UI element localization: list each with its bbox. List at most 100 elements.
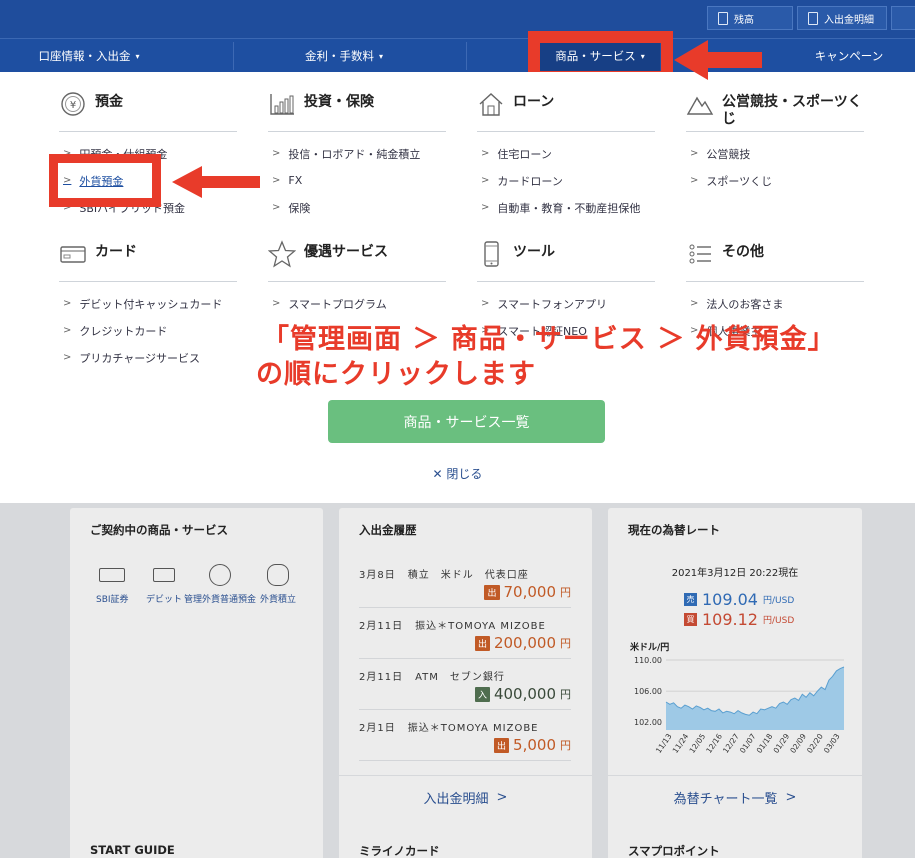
menu-column-title: その他: [722, 244, 764, 260]
coin-stack-icon: [267, 564, 289, 586]
menu-column-title: 投資・保険: [304, 94, 374, 110]
product-sbi-securities[interactable]: SBI証券: [96, 564, 129, 605]
history-footer-link[interactable]: 入出金明細 >: [339, 775, 592, 819]
history-row-divider: [359, 760, 571, 761]
foreign-deposit-highlight-box: [49, 154, 161, 207]
product-label: SBI証券: [96, 595, 129, 605]
menu-link-label: クレジットカード: [79, 324, 168, 338]
nav-divider: [233, 42, 234, 70]
menu-column-title: カード: [95, 244, 137, 260]
history-row-divider: [359, 607, 571, 608]
history-row: 3月8日 積立 米ドル 代表口座出 70,000 円: [359, 566, 571, 608]
chart-xtick-label: 03/03: [822, 732, 842, 755]
balance-label: 残高: [734, 14, 754, 26]
banknote-icon: [99, 568, 126, 582]
menu-link-insurance[interactable]: > 保険: [268, 194, 446, 221]
usd-jpy-chart: 110.00 106.00 102.00 11/1311/2412/0512/1612…: [634, 656, 845, 755]
history-amount-value: 200,000: [493, 634, 556, 652]
history-amount-value: 5,000: [513, 736, 556, 754]
product-label: デビット: [146, 595, 183, 605]
menu-column-card: カード > デビット付キャッシュカード > クレジットカード > プリカチャージサービ…: [59, 222, 237, 371]
all-products-button[interactable]: 商品・サービス一覧: [328, 400, 605, 443]
chart-xtick-label: 02/09: [788, 732, 808, 755]
chart-ytick-label: 110.00: [634, 656, 662, 665]
menu-link-prepaid-charge[interactable]: > プリカチャージサービス: [59, 344, 237, 371]
chart-xtick-label: 01/07: [738, 732, 758, 755]
fx-footer-link[interactable]: 為替チャート一覧 >: [608, 775, 862, 819]
list-icon: [689, 244, 711, 264]
close-menu-button[interactable]: ✕ 閉じる: [0, 465, 915, 482]
nav-label: 口座情報・入出金: [38, 49, 131, 63]
menu-link-sports-lottery[interactable]: > スポーツくじ: [686, 167, 864, 194]
history-amount-unit: 円: [560, 586, 571, 599]
menu-column-header: 投資・保険: [268, 72, 446, 132]
buy-value: 109.12: [702, 610, 758, 629]
utility-button-extra[interactable]: [891, 6, 915, 30]
menu-link-card-loan[interactable]: > カードローン: [477, 167, 655, 194]
menu-link-credit-card[interactable]: > クレジットカード: [59, 317, 237, 344]
fx-buy-rate: 買 109.12 円/USD: [684, 610, 794, 629]
history-row: 2月11日 ATM セブン銀行入 400,000 円: [359, 668, 571, 710]
mirainocard-card[interactable]: ミライノカード: [339, 828, 592, 858]
menu-link-label: カードローン: [497, 174, 563, 188]
card-title: 入出金履歴: [359, 523, 417, 537]
menu-column-title: ローン: [513, 94, 555, 110]
history-date: 2月11日: [359, 621, 404, 632]
menu-link-fx[interactable]: > FX: [268, 167, 446, 194]
menu-link-smart-program[interactable]: > スマートプログラム: [268, 290, 446, 317]
smapro-point-card[interactable]: スマプロポイント: [608, 828, 862, 858]
chevron-down-icon: ▾: [135, 51, 140, 61]
balance-button[interactable]: 残高: [707, 6, 793, 30]
mountain-icon: [686, 96, 714, 115]
nav-rates-fees[interactable]: 金利・手数料 ▾: [255, 39, 433, 73]
fx-rate-card: 現在の為替レート 2021年3月12日 20:22現在 売 109.04 円/U…: [608, 508, 862, 848]
menu-column-title: 優遇サービス: [304, 244, 388, 260]
history-desc: 振込＊TOMOYA MIZOBE: [407, 723, 539, 734]
menu-link-housing-loan[interactable]: > 住宅ローン: [477, 140, 655, 167]
nav-account-info[interactable]: 口座情報・入出金 ▾: [0, 39, 178, 73]
nav-label: 金利・手数料: [304, 49, 374, 63]
history-amount-unit: 円: [560, 688, 571, 701]
history-card: 入出金履歴 3月8日 積立 米ドル 代表口座出 70,000 円 2月11日振込＊TOM…: [339, 508, 592, 848]
product-foreign-accumulation[interactable]: 外貨積立: [260, 564, 296, 605]
chevron-down-icon: ▾: [378, 51, 383, 61]
product-foreign-savings[interactable]: 管理外貨普通預金: [184, 564, 256, 605]
nav-campaign[interactable]: キャンペーン: [790, 39, 908, 73]
menu-column-loan: ローン > 住宅ローン > カードローン > 自動車・教育・不動産担保他: [477, 72, 655, 221]
star-icon: [268, 240, 296, 268]
history-amount-unit: 円: [560, 637, 571, 650]
history-amount: 出 70,000 円: [484, 583, 571, 601]
chart-xtick-label: 01/29: [771, 732, 791, 755]
menu-column-header: ツール: [477, 222, 655, 282]
product-label: 管理外貨普通預金: [184, 595, 257, 605]
menu-link-public-racing[interactable]: > 公営競技: [686, 140, 864, 167]
history-amount-value: 70,000: [503, 583, 557, 601]
menu-column-title: ツール: [513, 244, 555, 260]
history-row-divider: [359, 658, 571, 659]
document-icon: [808, 11, 818, 25]
top-utility-bar: 残高 入出金明細: [0, 0, 915, 38]
close-label: 閉じる: [446, 467, 483, 481]
start-guide-card[interactable]: START GUIDE: [70, 828, 323, 858]
menu-link-other-loans[interactable]: > 自動車・教育・不動産担保他: [477, 194, 655, 221]
chevron-right-icon: >: [496, 790, 508, 805]
rate-unit: 円/USD: [762, 616, 795, 626]
chart-xtick-label: 01/18: [755, 732, 775, 755]
menu-link-label: 住宅ローン: [497, 147, 552, 161]
product-debit[interactable]: デビット: [146, 564, 182, 605]
chart-area: [666, 667, 844, 730]
history-amount: 入 400,000 円: [474, 685, 571, 703]
arrow-left-icon: [674, 40, 762, 80]
statement-button[interactable]: 入出金明細: [797, 6, 887, 30]
history-date: 2月1日: [359, 723, 396, 734]
fx-footer-label: 為替チャート一覧: [673, 792, 778, 807]
menu-link-debit-card[interactable]: > デビット付キャッシュカード: [59, 290, 237, 317]
history-amount: 出 200,000 円: [474, 634, 571, 652]
product-label: 外貨積立: [260, 595, 297, 605]
menu-link-investment-trust[interactable]: > 投信・ロボアド・純金積立: [268, 140, 446, 167]
smartphone-icon: [484, 241, 499, 267]
menu-link-corporate[interactable]: > 法人のお客さま: [686, 290, 864, 317]
menu-link-label: 投信・ロボアド・純金積立: [288, 147, 421, 161]
chart-xtick-label: 12/05: [687, 732, 707, 755]
menu-link-smartphone-app[interactable]: > スマートフォンアプリ: [477, 290, 655, 317]
